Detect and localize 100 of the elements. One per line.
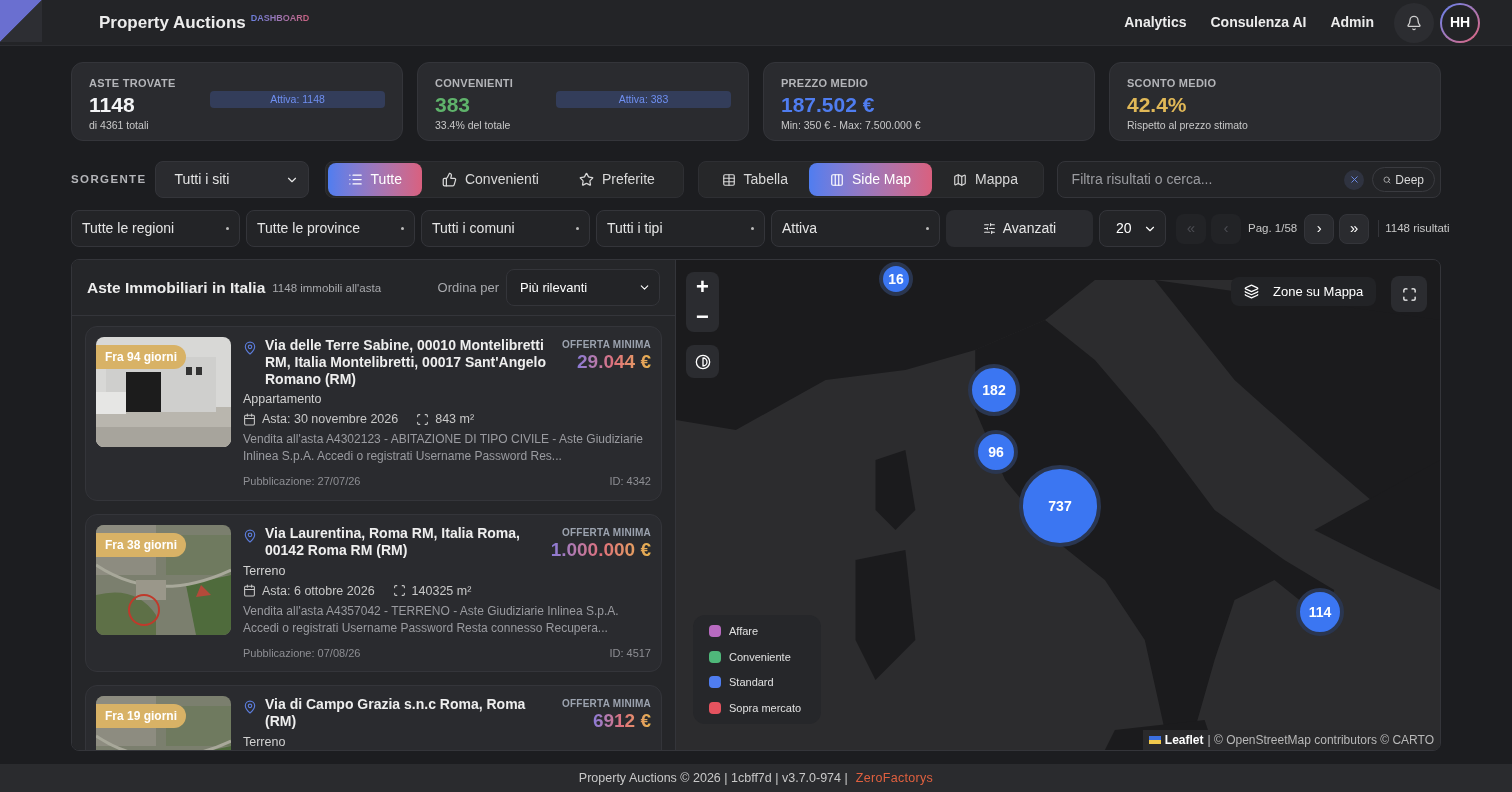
stat-note: di 4361 totali: [89, 117, 150, 133]
status-badge: Attiva: 1148: [210, 91, 385, 108]
notifications-button[interactable]: [1394, 2, 1434, 43]
advanced-button[interactable]: Avanzati: [946, 210, 1093, 247]
nav-link[interactable]: Consulenza AI: [1210, 12, 1307, 33]
days-badge: Fra 38 giorni: [96, 532, 187, 557]
avatar[interactable]: HH: [1440, 2, 1480, 43]
stat-value: 383: [435, 91, 472, 118]
list-count: 1148 immobili all'asta: [272, 281, 382, 297]
filter-select[interactable]: Tutte le province: [246, 210, 415, 247]
theme-toggle-button[interactable]: [686, 345, 719, 378]
view-tab[interactable]: Tabella: [700, 163, 809, 196]
price-label: OFFERTA MINIMA: [561, 338, 651, 352]
location-pin-icon: [243, 528, 257, 543]
area: 140325 m²: [411, 582, 472, 599]
leaflet-link[interactable]: Leaflet: [1164, 731, 1204, 749]
days-badge: Fra 94 giorni: [96, 345, 187, 369]
map-icon: [953, 172, 968, 187]
next-page-button[interactable]: ›: [1304, 213, 1335, 244]
area-icon: [392, 584, 406, 597]
stat-label: PREZZO MEDIO: [781, 76, 870, 91]
listing-address: Via delle Terre Sabine, 00010 Montelibretti RM, Italia Montelibretti, 00017 Sant'Angelo Romano (RM): [265, 337, 548, 388]
listing-card[interactable]: [85, 513, 662, 672]
filter-tab[interactable]: Preferite: [558, 163, 675, 196]
last-page-button[interactable]: »: [1339, 213, 1370, 244]
zones-button[interactable]: Zone su Mappa: [1231, 277, 1377, 306]
nav-link[interactable]: Admin: [1330, 12, 1374, 33]
list-title: Aste Immobiliari in Italia: [87, 277, 266, 298]
fullscreen-button[interactable]: [1391, 276, 1427, 312]
price-label: OFFERTA MINIMA: [561, 525, 651, 540]
auction-date: Asta: 30 novembre 2026: [262, 411, 399, 427]
zoom-out-button[interactable]: −: [686, 302, 719, 332]
listing-address: Via Laurentina, Roma RM, Italia Roma, 00142 Roma RM (RM): [265, 524, 521, 560]
table-icon: [721, 172, 736, 187]
publication-date: Pubblicazione: 27/07/26: [243, 474, 361, 489]
legend-label: Sopra mercato: [729, 700, 802, 716]
results-count: 1148 risultati: [1378, 219, 1450, 238]
columns-icon: [829, 172, 844, 187]
publication-date: Pubblicazione: 07/08/26: [243, 645, 361, 661]
layers-icon: [1244, 284, 1259, 299]
stat-value: 1148: [89, 91, 136, 118]
filter-select[interactable]: Tutti i tipi: [596, 210, 765, 247]
auction-date: Asta: 6 ottobre 2026: [262, 582, 375, 599]
legend-label: Affare: [729, 624, 759, 639]
calendar-icon: [243, 412, 256, 426]
filter-select[interactable]: Tutte le regioni: [71, 210, 240, 247]
stat-value: 187.502 €: [781, 91, 876, 118]
listing-id: ID: 4517: [609, 645, 651, 661]
map-attribution: | © OpenStreetMap contributors © CARTO: [1207, 732, 1434, 749]
status-badge: Attiva: 383: [556, 91, 731, 108]
bell-icon: [1406, 14, 1422, 31]
property-type: Appartamento: [243, 391, 323, 407]
footer-text: Property Auctions © 2026 | 1cbff7d | v3.7.0-974 |: [578, 769, 848, 787]
close-icon: [1348, 174, 1360, 185]
property-type: Terreno: [243, 734, 287, 750]
search-icon: [1383, 175, 1392, 184]
view-tab[interactable]: Mappa: [932, 163, 1039, 196]
stat-note: 33.4% del totale: [435, 117, 512, 133]
filter-select[interactable]: Tutti i comuni: [421, 210, 590, 247]
listing-card[interactable]: Fra 19 giorni Via di Campo Grazia s.n.c Roma, Roma (RM) OFFERTA MINIMA 6912 € Terreno: [85, 685, 662, 750]
listing-description: Vendita all'asta A4357042 - TERRENO - Aste Giudiziarie Inlinea S.p.A. Accedi o registrati Username Password Resta connesso Recupera...: [243, 602, 620, 637]
nav-link[interactable]: Analytics: [1124, 12, 1187, 33]
map[interactable]: 16 182 96 737 114 + − Zone su Mappa Affare Conveniente Standard Sopra mercato Leaflet | © OpenStreetMap contributors © CARTO: [675, 260, 1440, 750]
listing-card[interactable]: [85, 326, 662, 501]
price-label: OFFERTA MINIMA: [561, 697, 651, 711]
fullscreen-icon: [1401, 286, 1417, 302]
filter-select[interactable]: Attiva: [771, 210, 940, 247]
stat-label: SCONTO MEDIO: [1127, 76, 1218, 91]
app-title: Property Auctions: [99, 11, 246, 34]
page-indicator: Pag. 1/58: [1248, 220, 1298, 236]
calendar-icon: [243, 584, 256, 597]
listing-id: ID: 4342: [609, 474, 651, 489]
stat-note: Min: 350 € - Max: 7.500.000 €: [781, 117, 921, 133]
search-field[interactable]: Filtra risultati o cerca... Deep: [1056, 161, 1441, 198]
stat-label: CONVENIENTI: [435, 76, 514, 91]
filter-tab[interactable]: Convenienti: [421, 163, 559, 196]
source-select[interactable]: Tutti i siti: [154, 161, 309, 198]
location-pin-icon: [243, 700, 257, 714]
stat-note: Rispetto al prezzo stimato: [1127, 117, 1248, 133]
thumb-icon: [441, 172, 457, 187]
contrast-icon: [694, 353, 711, 370]
clear-button[interactable]: [1344, 169, 1365, 190]
sliders-icon: [982, 222, 996, 235]
listing-description: Vendita all'asta A4302123 - ABITAZIONE DI TIPO CIVILE - Aste Giudiziarie Inlinea S.p.A. Accedi o registrati Username Password Res...: [243, 431, 645, 465]
source-label: SORGENTE: [71, 171, 147, 187]
sort-select[interactable]: Più rilevanti: [506, 269, 660, 306]
property-type: Terreno: [243, 562, 287, 579]
view-tab[interactable]: Side Map: [808, 163, 933, 196]
filter-tab[interactable]: Tutte: [327, 163, 422, 196]
star-icon: [578, 172, 594, 187]
location-pin-icon: [243, 341, 257, 355]
page-size-select[interactable]: 20: [1099, 210, 1166, 247]
legend-label: Conveniente: [729, 649, 791, 665]
listing-address: Via di Campo Grazia s.n.c Roma, Roma (RM): [265, 696, 527, 731]
legend-label: Standard: [729, 675, 774, 690]
area: 843 m²: [435, 411, 475, 427]
zoom-in-button[interactable]: +: [686, 272, 719, 302]
stat-label: ASTE TROVATE: [89, 76, 176, 91]
brand-link[interactable]: ZeroFactorys: [855, 768, 934, 788]
days-badge: Fra 19 giorni: [96, 704, 187, 728]
